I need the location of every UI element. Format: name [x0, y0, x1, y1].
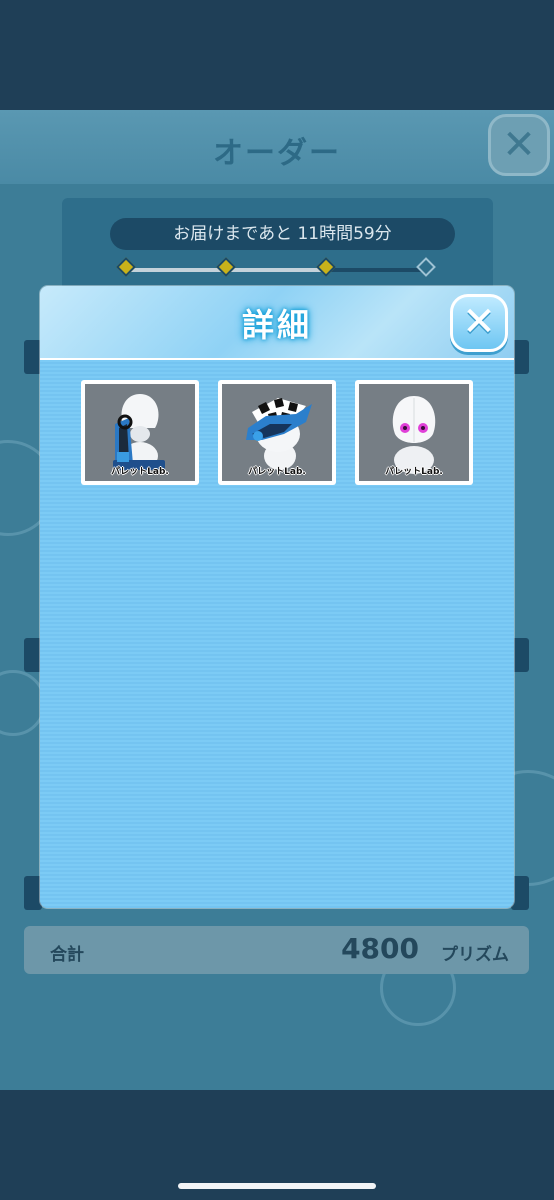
item-card[interactable]: パレットLab.: [218, 380, 336, 485]
total-unit: プリズム: [441, 945, 509, 965]
order-close-button[interactable]: ✕: [488, 114, 550, 176]
item-thumbnail: パレットLab.: [85, 384, 195, 481]
progress-node-icon: [116, 257, 136, 277]
item-card[interactable]: パレットLab.: [81, 380, 199, 485]
close-icon: ✕: [462, 299, 496, 345]
status-bar-area: [0, 0, 554, 110]
delivery-time-badge: お届けまであと 11時間59分: [110, 218, 455, 250]
page-title: オーダー: [213, 136, 341, 171]
item-thumbnail: パレットLab.: [359, 384, 469, 481]
item-thumbnail: パレットLab.: [222, 384, 332, 481]
total-row: 合計 4800 プリズム: [24, 926, 529, 974]
item-label: パレットLab.: [385, 467, 443, 477]
modal-header: 詳細 ✕: [40, 286, 514, 360]
modal-body: パレットLab. パレットLab. パレットLab.: [40, 360, 514, 908]
total-label: 合計: [50, 945, 84, 965]
item-label: パレットLab.: [111, 467, 169, 477]
item-label: パレットLab.: [248, 467, 306, 477]
progress-node-icon: [216, 257, 236, 277]
item-card[interactable]: パレットLab.: [355, 380, 473, 485]
progress-node-icon: [316, 257, 336, 277]
progress-node-icon: [416, 257, 436, 277]
order-header: オーダー ✕: [0, 110, 554, 184]
close-icon: ✕: [502, 122, 536, 168]
home-indicator[interactable]: [178, 1183, 376, 1189]
detail-modal: 詳細 ✕ パレットLab. パレットLab. パレットLab.: [40, 286, 514, 908]
delivery-progress-track: [126, 268, 426, 272]
modal-title: 詳細: [241, 306, 312, 344]
modal-close-button[interactable]: ✕: [450, 294, 508, 352]
total-value: 4800: [341, 932, 419, 965]
